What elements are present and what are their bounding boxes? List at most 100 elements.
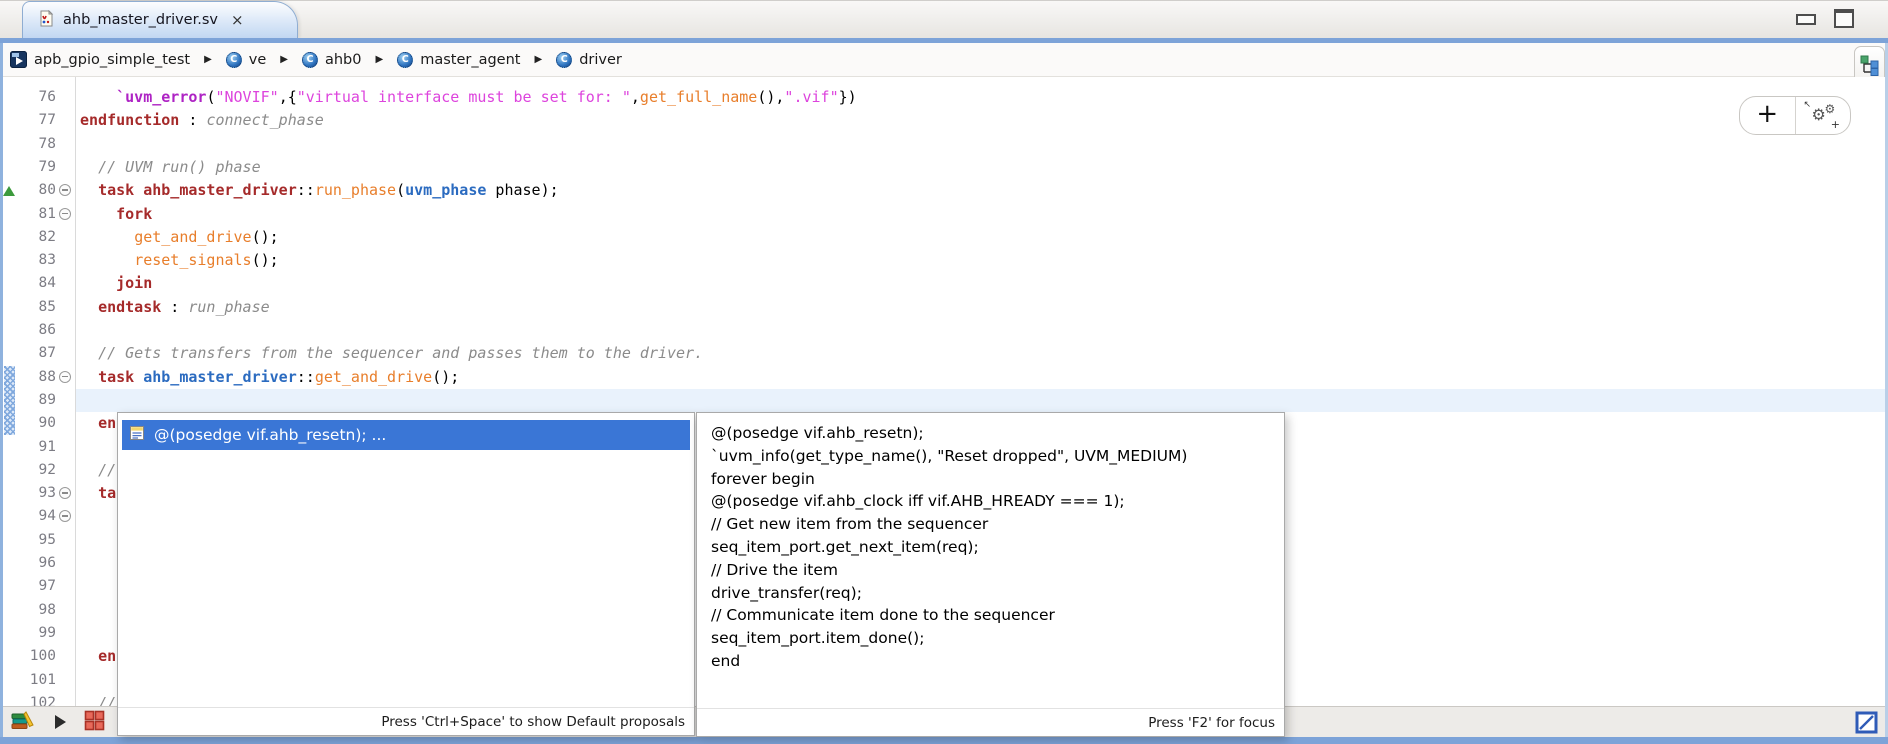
breadcrumb-label: ahb0	[325, 52, 362, 68]
line-number: 80	[14, 179, 56, 202]
proposal-preview-code: @(posedge vif.ahb_resetn);`uvm_info(get_…	[711, 422, 1276, 706]
preview-code-line: drive_transfer(req);	[711, 582, 1276, 605]
line-number: 78	[14, 133, 56, 156]
fold-collapse-icon[interactable]	[59, 208, 71, 220]
breadcrumb-item-driver[interactable]: Cdriver	[556, 52, 622, 68]
tab-title: ahb_master_driver.sv	[63, 12, 218, 28]
code-line: task ahb_master_driver::get_and_drive();	[80, 366, 1884, 389]
code-line	[80, 133, 1884, 156]
module-icon	[10, 51, 27, 68]
code-line: fork	[80, 203, 1884, 226]
preview-code-line: end	[711, 650, 1276, 673]
play-triangle-icon[interactable]	[55, 715, 66, 729]
line-number: 91	[14, 436, 56, 459]
line-number: 101	[14, 669, 56, 692]
breadcrumb-item-master_agent[interactable]: Cmaster_agent	[397, 52, 520, 68]
settings-button[interactable]: ⚙⚙ ↖+	[1795, 97, 1851, 134]
books-stack-icon[interactable]	[11, 710, 37, 734]
preview-code-line: @(posedge vif.ahb_clock iff vif.AHB_HREA…	[711, 490, 1276, 513]
breadcrumb-label: ve	[249, 52, 267, 68]
code-line	[80, 319, 1884, 342]
line-number: 97	[14, 575, 56, 598]
sv-file-icon	[39, 10, 54, 31]
line-number: 93	[14, 482, 56, 505]
tab-ahb-master-driver[interactable]: ahb_master_driver.sv ×	[22, 1, 298, 38]
red-grid-icon[interactable]	[84, 710, 105, 735]
code-line: // Gets transfers from the sequencer and…	[80, 342, 1884, 365]
line-number: 95	[14, 529, 56, 552]
code-line: // UVM run() phase	[80, 156, 1884, 179]
assist-hint-right: Press 'F2' for focus	[697, 708, 1284, 736]
breadcrumb-separator-icon: ▶	[280, 54, 288, 65]
line-number: 77	[14, 109, 56, 132]
line-number: 88	[14, 366, 56, 389]
editor-quick-actions: + ⚙⚙ ↖+	[1739, 96, 1851, 135]
line-number: 84	[14, 272, 56, 295]
line-number: 96	[14, 552, 56, 575]
proposal-item-selected[interactable]: @(posedge vif.ahb_resetn); ...	[122, 420, 690, 450]
line-number: 83	[14, 249, 56, 272]
preview-code-line: @(posedge vif.ahb_resetn);	[711, 422, 1276, 445]
add-button[interactable]: +	[1740, 97, 1795, 134]
line-number: 79	[14, 156, 56, 179]
line-number: 76	[14, 86, 56, 109]
breadcrumb: apb_gpio_simple_test ▶ Cve ▶ Cahb0 ▶ Cmaster_a…	[0, 43, 1888, 77]
minimize-icon[interactable]	[1796, 14, 1816, 25]
breadcrumb-item-ahb0[interactable]: Cahb0	[302, 52, 362, 68]
line-number: 85	[14, 296, 56, 319]
fold-collapse-icon[interactable]	[59, 184, 71, 196]
assist-hint-left: Press 'Ctrl+Space' to show Default propo…	[118, 707, 694, 735]
line-number: 100	[14, 645, 56, 668]
code-line: get_and_drive();	[80, 226, 1884, 249]
tab-close-icon[interactable]: ×	[231, 11, 244, 29]
line-number: 102	[14, 692, 56, 706]
fold-collapse-icon[interactable]	[59, 510, 71, 522]
class-icon: C	[302, 52, 318, 68]
ide-window: ahb_master_driver.sv × apb_gpio_simple_t…	[0, 0, 1888, 744]
line-number: 86	[14, 319, 56, 342]
breadcrumb-item-ve[interactable]: Cve	[226, 52, 267, 68]
code-line: task ahb_master_driver::run_phase(uvm_ph…	[80, 179, 1884, 202]
preview-code-line: `uvm_info(get_type_name(), "Reset droppe…	[711, 445, 1276, 468]
content-assist-popup: @(posedge vif.ahb_resetn); ... Press 'Ct…	[117, 412, 695, 736]
line-number: 82	[14, 226, 56, 249]
code-line: `uvm_error("NOVIF",{"virtual interface m…	[80, 86, 1884, 109]
code-line: join	[80, 272, 1884, 295]
preview-code-line: seq_item_port.item_done();	[711, 627, 1276, 650]
line-number: 99	[14, 622, 56, 645]
code-line: endfunction : connect_phase	[80, 109, 1884, 132]
line-number: 81	[14, 203, 56, 226]
plus-icon: +	[1756, 99, 1778, 129]
breadcrumb-label: apb_gpio_simple_test	[34, 52, 190, 68]
preview-code-line: // Communicate item done to the sequence…	[711, 604, 1276, 627]
template-icon	[129, 425, 145, 445]
preview-code-line: // Get new item from the sequencer	[711, 513, 1276, 536]
preview-code-line: seq_item_port.get_next_item(req);	[711, 536, 1276, 559]
preview-code-line: forever begin	[711, 468, 1276, 491]
blue-diagonal-square-icon[interactable]	[1855, 711, 1878, 738]
maximize-icon[interactable]	[1834, 9, 1854, 28]
breadcrumb-separator-icon: ▶	[376, 54, 384, 65]
fold-collapse-icon[interactable]	[59, 371, 71, 383]
class-icon: C	[556, 52, 572, 68]
line-number: 94	[14, 505, 56, 528]
fold-collapse-icon[interactable]	[59, 487, 71, 499]
breadcrumb-label: driver	[579, 52, 622, 68]
line-number: 87	[14, 342, 56, 365]
line-number: 90	[14, 412, 56, 435]
proposal-label: @(posedge vif.ahb_resetn); ...	[154, 426, 386, 444]
proposal-preview-popup: @(posedge vif.ahb_resetn);`uvm_info(get_…	[696, 412, 1285, 737]
breadcrumb-label: master_agent	[420, 52, 520, 68]
line-number: 98	[14, 599, 56, 622]
active-part-border-bottom	[0, 737, 1888, 744]
code-line: endtask : run_phase	[80, 296, 1884, 319]
breadcrumb-separator-icon: ▶	[204, 54, 212, 65]
line-number: 92	[14, 459, 56, 482]
class-icon: C	[397, 52, 413, 68]
class-icon: C	[226, 52, 242, 68]
breadcrumb-item-apb_gpio_simple_test[interactable]: apb_gpio_simple_test	[10, 51, 190, 68]
preview-code-line: // Drive the item	[711, 559, 1276, 582]
line-number: 89	[14, 389, 56, 412]
code-line	[80, 389, 1884, 412]
breadcrumb-separator-icon: ▶	[534, 54, 542, 65]
